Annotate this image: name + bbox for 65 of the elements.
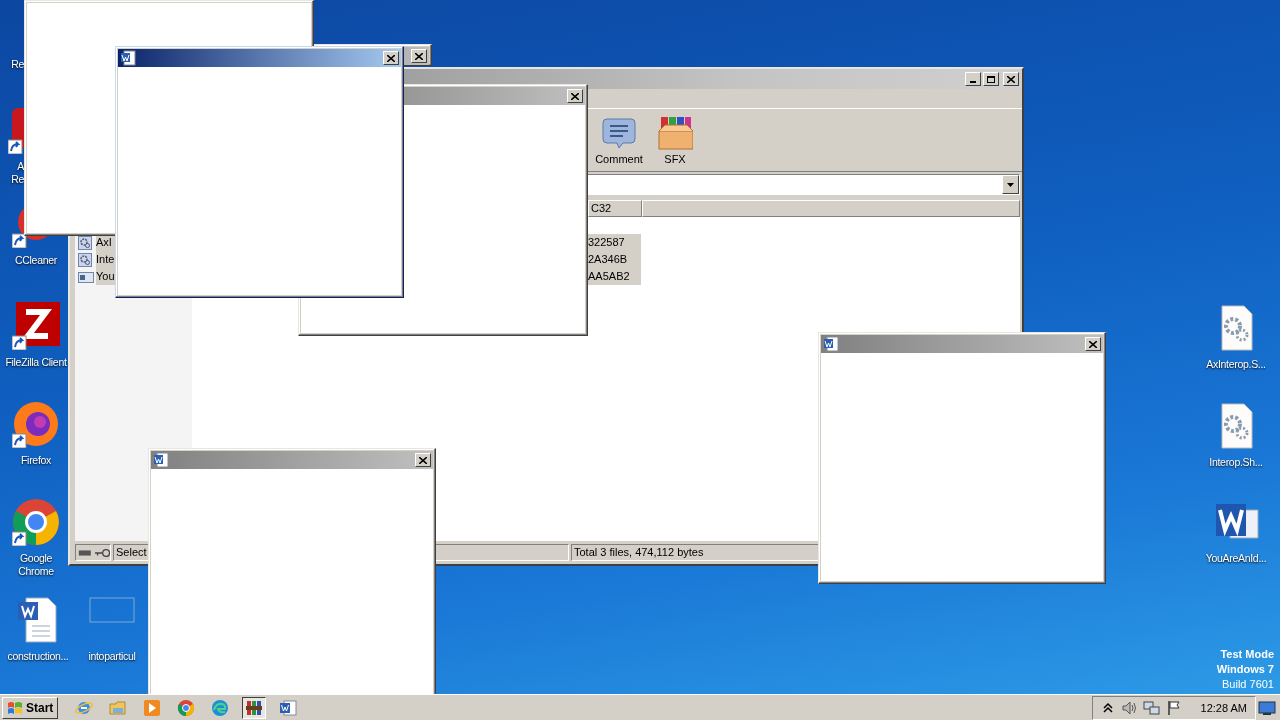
icon-label[interactable]: FileZilla Client <box>5 356 67 369</box>
icon-label[interactable]: Re <box>8 58 24 71</box>
toolbar-button[interactable]: SFX <box>649 112 701 168</box>
chrome-icon <box>177 698 196 717</box>
document-icon <box>153 452 169 468</box>
os-notice: Build 7601 <box>1221 677 1274 692</box>
close-button[interactable] <box>1085 337 1101 351</box>
windows-logo-icon <box>7 700 23 715</box>
icon-label[interactable]: construction... <box>7 650 69 663</box>
dropdown-arrow-icon <box>1007 182 1014 187</box>
document-icon <box>120 50 136 66</box>
close-button[interactable] <box>415 453 431 467</box>
close-button[interactable] <box>1003 72 1019 86</box>
close-icon <box>415 52 423 60</box>
file-icon <box>78 252 94 267</box>
close-icon <box>1089 340 1097 348</box>
table-cell: 2A346B <box>588 251 641 268</box>
firefox-icon[interactable] <box>12 400 60 448</box>
icon-label[interactable]: Firefox <box>21 454 51 467</box>
close-icon <box>571 92 579 100</box>
icon-label[interactable]: YouAreAnId... <box>1205 552 1267 565</box>
close-button[interactable] <box>411 49 427 63</box>
close-button[interactable] <box>383 51 399 65</box>
media-player-icon <box>143 698 162 717</box>
table-cell: AA5AB2 <box>588 268 641 285</box>
folder-icon <box>109 698 128 717</box>
minimize-button[interactable] <box>965 72 981 86</box>
icon-label[interactable]: A Re <box>8 160 24 186</box>
close-icon <box>387 54 395 62</box>
os-notice: Windows 7 <box>1216 662 1274 677</box>
chrome-icon[interactable] <box>12 498 60 546</box>
icon-label[interactable]: Interop.Sh... <box>1209 456 1263 469</box>
close-icon <box>419 456 427 464</box>
start-button[interactable]: Start <box>2 696 59 719</box>
dropdown-button[interactable] <box>1002 175 1019 194</box>
icon-label[interactable]: Google Chrome <box>8 552 64 578</box>
close-button[interactable] <box>567 89 583 103</box>
drive-icon <box>78 548 92 557</box>
os-notice: Test Mode <box>1219 647 1274 662</box>
network-icon[interactable] <box>1142 699 1160 716</box>
column-header[interactable]: C32 <box>588 200 642 217</box>
flag-icon[interactable] <box>1165 699 1181 716</box>
key-icon <box>94 547 110 558</box>
toolbar-button[interactable]: Comment <box>593 112 645 168</box>
edge-icon <box>211 698 230 717</box>
comment-icon <box>601 115 637 151</box>
archive-box-icon <box>657 115 693 151</box>
icon-label[interactable]: intoparticul <box>88 650 136 663</box>
file-icon <box>78 235 94 250</box>
word-icon <box>279 698 298 717</box>
close-icon <box>1007 75 1015 83</box>
filezilla-icon[interactable] <box>12 302 60 350</box>
clock[interactable]: 12:28 AM <box>1200 701 1247 714</box>
table-cell: 322587 <box>588 234 641 251</box>
archive-books-icon <box>245 698 264 717</box>
document-icon <box>823 336 839 352</box>
taskbar-button[interactable] <box>242 696 267 719</box>
maximize-button[interactable] <box>983 72 999 86</box>
column-header[interactable] <box>642 200 1020 217</box>
monitor-icon <box>1258 700 1276 715</box>
file-icon <box>78 269 94 284</box>
speaker-icon[interactable] <box>1120 699 1137 716</box>
icon-label[interactable]: CCleaner <box>15 254 57 267</box>
maximize-icon <box>987 75 995 83</box>
icon-label[interactable]: AxInterop.S... <box>1206 358 1266 371</box>
